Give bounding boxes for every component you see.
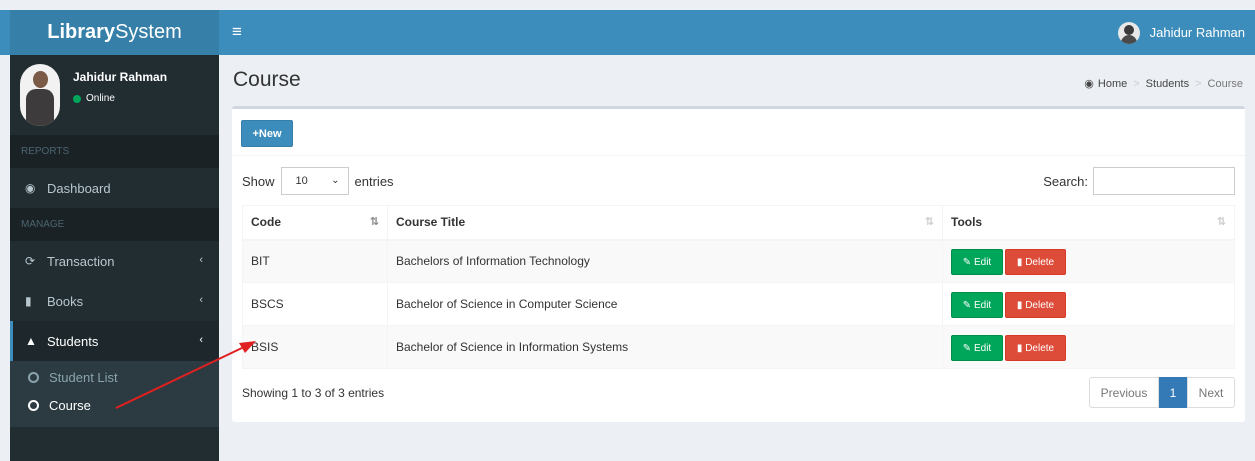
page-length-select[interactable]: 10 ⌄ (280, 167, 349, 195)
sidebar-item-dashboard[interactable]: ◉ Dashboard (10, 168, 219, 208)
graduation-cap-icon: ▲ (25, 334, 37, 348)
breadcrumb: ◉ Home > Students > Course (1084, 77, 1243, 91)
cell-tools: ✎ Edit ▮ Delete (942, 282, 1235, 326)
course-table: Code ⇅ Course Title ⇅ Tools ⇅ BIT Bachelors… (242, 205, 1235, 369)
user-menu-name: Jahidur Rahman (1149, 25, 1245, 40)
cell-course-title: Bachelors of Information Technology (387, 239, 943, 283)
cell-course-title: Bachelor of Science in Computer Science (387, 282, 943, 326)
chevron-left-icon: ‹ (199, 254, 203, 266)
trash-icon: ▮ (1016, 256, 1026, 268)
trash-icon: ▮ (1016, 342, 1026, 354)
app-logo[interactable]: LibrarySystem (10, 10, 219, 55)
sidebar-subitem-student-list[interactable]: Student List (10, 363, 219, 391)
sidebar-item-books[interactable]: ▮ Books ‹ (10, 281, 219, 321)
table-row: BSCS Bachelor of Science in Computer Sci… (242, 282, 1235, 326)
sort-ascending-icon: ⇅ (369, 216, 379, 228)
pagination-page-1[interactable]: 1 (1159, 377, 1187, 408)
user-avatar (20, 64, 60, 126)
sidebar-item-students[interactable]: ▲ Students ‹ (10, 321, 219, 361)
breadcrumb-separator: > (1195, 77, 1202, 90)
chevron-down-icon: ⌄ (331, 175, 340, 186)
sidebar-toggle-icon[interactable]: ≡ (232, 23, 242, 41)
circle-icon (28, 399, 39, 411)
cell-tools: ✎ Edit ▮ Delete (942, 239, 1235, 283)
search-input[interactable] (1093, 167, 1235, 195)
pagination-next[interactable]: Next (1187, 377, 1235, 408)
edit-button[interactable]: ✎ Edit (951, 292, 1003, 318)
edit-button[interactable]: ✎ Edit (951, 249, 1003, 276)
user-panel: Jahidur Rahman Online (10, 55, 219, 135)
table-row: BIT Bachelors of Information Technology … (242, 239, 1235, 283)
column-header-course-title[interactable]: Course Title ⇅ (387, 205, 943, 241)
cell-code: BSIS (242, 325, 388, 369)
user-status: Online (73, 93, 115, 104)
box-header: + New (232, 109, 1245, 156)
cell-code: BSCS (242, 282, 388, 326)
delete-button[interactable]: ▮ Delete (1005, 249, 1066, 276)
edit-icon: ✎ (962, 342, 974, 354)
pagination-previous[interactable]: Previous (1089, 377, 1159, 408)
delete-button[interactable]: ▮ Delete (1005, 292, 1066, 318)
search-control: Search: (1043, 167, 1235, 195)
cell-course-title: Bachelor of Science in Information Syste… (387, 325, 943, 369)
edit-button[interactable]: ✎ Edit (951, 335, 1003, 361)
user-menu[interactable]: Jahidur Rahman (1117, 10, 1245, 55)
chevron-left-icon: ‹ (199, 294, 203, 306)
cell-code: BIT (242, 239, 388, 283)
sidebar-header-reports: REPORTS (10, 135, 219, 168)
table-info: Showing 1 to 3 of 3 entries (242, 386, 385, 400)
online-dot-icon (73, 94, 81, 103)
sidebar: Jahidur Rahman Online REPORTS ◉ Dashboar… (10, 55, 219, 461)
search-label: Search: (1043, 173, 1088, 189)
pagination: Previous 1 Next (1089, 377, 1235, 408)
page-title: Course (233, 68, 301, 91)
column-header-code[interactable]: Code ⇅ (242, 205, 388, 241)
breadcrumb-students[interactable]: Students (1146, 78, 1189, 90)
table-row: BSIS Bachelor of Science in Information … (242, 325, 1235, 369)
delete-button[interactable]: ▮ Delete (1005, 335, 1066, 361)
breadcrumb-current: Course (1207, 77, 1243, 90)
edit-icon: ✎ (962, 256, 974, 268)
sidebar-header-manage: MANAGE (10, 208, 219, 241)
course-box: + New Show 10 ⌄ entries Search: Code ⇅ Cou… (232, 106, 1245, 422)
trash-icon: ▮ (1016, 299, 1026, 311)
sidebar-item-transaction[interactable]: ⟳ Transaction ‹ (10, 241, 219, 281)
circle-icon (28, 371, 39, 383)
top-navbar: LibrarySystem ≡ Jahidur Rahman (0, 10, 1255, 55)
sidebar-user-name: Jahidur Rahman (73, 70, 168, 84)
user-avatar-small (1117, 21, 1140, 44)
sort-icon: ⇅ (1216, 216, 1226, 228)
dashboard-icon: ◉ (1084, 78, 1094, 90)
new-course-button[interactable]: + New (241, 120, 293, 147)
cell-tools: ✎ Edit ▮ Delete (942, 325, 1235, 369)
table-header-row: Code ⇅ Course Title ⇅ Tools ⇅ (242, 205, 1235, 241)
refresh-icon: ⟳ (25, 254, 36, 268)
page-length-control: Show 10 ⌄ entries (242, 167, 394, 195)
chevron-left-icon: ‹ (199, 334, 203, 346)
breadcrumb-home[interactable]: Home (1098, 78, 1127, 90)
edit-icon: ✎ (962, 299, 974, 311)
book-icon: ▮ (25, 294, 32, 308)
sort-icon: ⇅ (924, 216, 934, 228)
students-submenu: Student List Course (10, 361, 219, 427)
column-header-tools[interactable]: Tools ⇅ (942, 205, 1235, 241)
dashboard-icon: ◉ (25, 181, 36, 195)
sidebar-subitem-course[interactable]: Course (10, 391, 219, 419)
breadcrumb-separator: > (1133, 77, 1140, 90)
